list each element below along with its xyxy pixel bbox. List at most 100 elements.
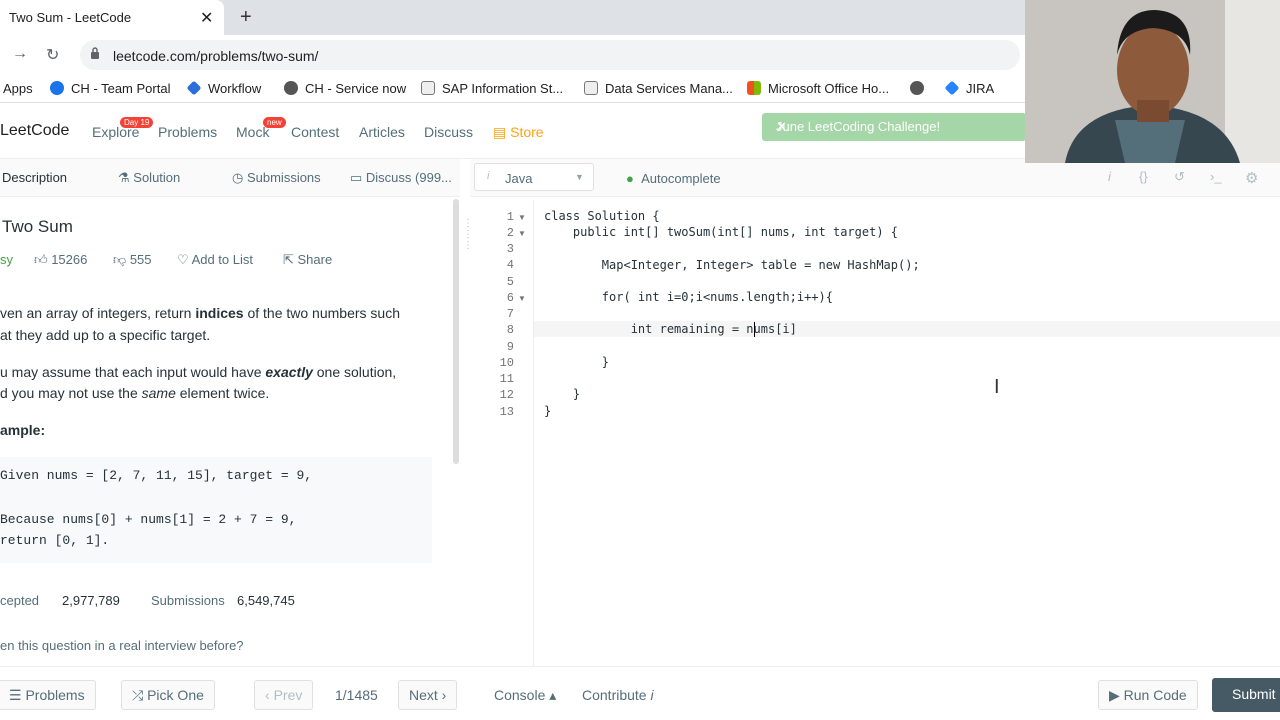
dislike-button[interactable]: 👎︎ 555 [113,252,152,268]
code-line: } [544,387,581,401]
mock-badge: new [263,117,286,128]
language-label: Java [505,171,533,186]
example-line-1: Given nums = [2, 7, 11, 15], target = 9, [0,468,313,483]
braces-icon[interactable]: {} [1139,169,1148,184]
data-services-icon [584,81,598,95]
globe-icon [910,81,924,95]
globe-icon [284,81,298,95]
forward-icon[interactable]: → [12,45,28,63]
tab-submissions[interactable]: ◷ Submissions [232,170,321,186]
problem-title: Two Sum [2,217,73,236]
line-number: 4 [506,258,514,272]
problems-button[interactable]: ☰ Problems [0,680,96,710]
submissions-label: Submissions [151,593,225,608]
share-button[interactable]: ⇱ Share [283,252,332,268]
fold-arrow-icon[interactable]: ▼ [518,229,526,238]
browser-tab[interactable]: Two Sum - LeetCode ✕ [0,0,224,35]
heart-icon: ♡ [177,252,192,267]
autocomplete-toggle[interactable]: ● Autocomplete [626,171,721,186]
nav-articles[interactable]: Articles [359,124,405,140]
chevron-right-icon: › [437,687,447,703]
line-number: 12 [499,388,514,402]
tab-description[interactable]: Description [2,170,67,185]
problem-panel: Description ⚗ Solution ◷ Submissions ▭ D… [0,159,460,666]
code-line: for( int i=0;i<nums.length;i++){ [544,290,833,304]
challenge-text: June LeetCoding Challenge! [776,119,941,134]
flask-icon: ⚗ [118,170,134,185]
thumbs-up-icon: 👍︎ [34,252,52,267]
contribute-link[interactable]: Contribute i [582,687,654,703]
store-icon: ▤ [493,124,511,140]
chevron-down-icon: ▼ [575,172,584,182]
nav-store[interactable]: ▤ Store [493,124,544,141]
bookmark-data-services[interactable]: Data Services Mana... [584,81,733,96]
line-number: 7 [506,307,514,321]
tab-title: Two Sum - LeetCode [9,10,132,25]
nav-problems[interactable]: Problems [158,124,217,140]
reset-icon[interactable]: ↺ [1174,169,1185,185]
microsoft-icon [747,81,761,95]
bottom-bar: ☰ Problems ⤮ Pick One ‹ Prev 1/1485 Next… [0,666,1280,720]
bookmark-apps[interactable]: Apps [3,81,33,96]
webcam-person-image [1025,0,1280,163]
console-toggle[interactable]: Console ▴ [494,687,556,704]
submissions-count: 6,549,745 [237,593,295,608]
description-line-2: at they add up to a specific target. [0,327,211,343]
next-button[interactable]: Next › [398,680,458,710]
status-dot-icon: ● [626,171,638,186]
bookmark-office[interactable]: Microsoft Office Ho... [747,81,889,96]
fold-arrow-icon[interactable]: ▼ [518,213,526,222]
code-editor[interactable]: 1 ▼ 2 ▼ 3 4 5 6 ▼ 7 8 9 10 11 12 13 clas… [470,200,1280,666]
tab-solution[interactable]: ⚗ Solution [118,170,180,186]
line-number: 3 [506,242,514,256]
nav-discuss[interactable]: Discuss [424,124,473,140]
challenge-banner[interactable]: June LeetCoding Challenge! ✕ [762,113,1026,141]
language-select[interactable]: i Java ▼ [474,163,594,191]
info-icon[interactable]: i [1108,169,1111,184]
sap-icon [421,81,435,95]
nav-contest[interactable]: Contest [291,124,339,140]
line-number: 9 [506,340,514,354]
workflow-icon [186,80,202,96]
example-label: ample: [0,422,46,438]
bookmark-team-portal[interactable]: CH - Team Portal [50,81,170,96]
terminal-icon[interactable]: ›_ [1210,169,1222,184]
bookmark-service-now[interactable]: CH - Service now [284,81,406,96]
code-line: public int[] twoSum(int[] nums, int targ… [544,225,899,239]
editor-toolbar: i Java ▼ ● Autocomplete i {} ↺ ›_ ⚙ [470,159,1280,197]
fold-arrow-icon[interactable]: ▼ [518,294,526,303]
jira-icon [944,80,960,96]
add-to-list-button[interactable]: ♡ Add to List [177,252,253,268]
new-tab-icon[interactable]: + [240,6,252,29]
like-button[interactable]: 👍︎ 15266 [34,252,87,268]
url-text[interactable]: leetcode.com/problems/two-sum/ [113,48,318,64]
explore-badge: Day 19 [120,117,154,128]
pick-one-button[interactable]: ⤮ Pick One [121,680,215,710]
ibeam-cursor-icon: I [994,376,1000,398]
close-tab-icon[interactable]: ✕ [200,8,213,28]
chevron-left-icon: ‹ [265,687,274,703]
panel-resize-handle[interactable]: ⋮ ⋮ ⋮ [463,218,473,268]
line-number: 2 [506,226,514,240]
scrollbar[interactable] [453,199,459,464]
example-line-3: return [0, 1]. [0,533,110,548]
line-number: 6 [506,291,514,305]
bookmark-globe[interactable] [910,81,931,96]
code-line: Map<Integer, Integer> table = new HashMa… [544,258,920,272]
example-line-2: Because nums[0] + nums[1] = 2 + 7 = 9, [0,512,297,527]
bookmark-workflow[interactable]: Workflow [186,80,261,96]
reload-icon[interactable]: ↻ [46,45,59,65]
example-block: Given nums = [2, 7, 11, 15], target = 9,… [0,457,432,563]
bookmark-sap[interactable]: SAP Information St... [421,81,563,96]
settings-icon[interactable]: ⚙ [1245,169,1258,187]
line-number: 11 [499,372,514,386]
interview-question[interactable]: en this question in a real interview bef… [0,638,244,653]
bookmark-jira[interactable]: JIRA [944,80,994,96]
prev-button[interactable]: ‹ Prev [254,680,314,710]
submit-button[interactable]: Submit [1212,678,1280,712]
close-icon[interactable]: ✕ [776,119,787,135]
run-code-button[interactable]: ▶ Run Code [1098,680,1198,710]
description-line-3: u may assume that each input would have … [0,364,397,380]
tab-discuss[interactable]: ▭ Discuss (999... [350,170,452,186]
leetcode-logo[interactable]: LeetCode [0,122,69,140]
